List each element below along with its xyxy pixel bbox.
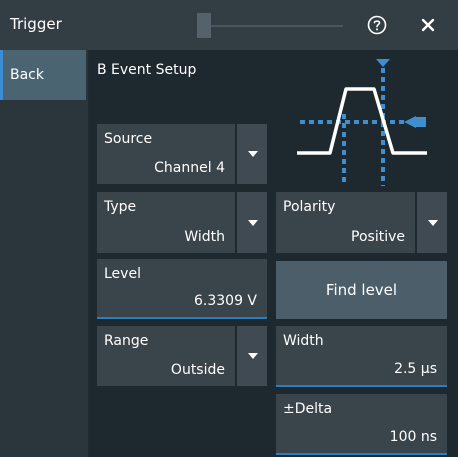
range-label: Range [104,333,149,349]
level-value: 6.3309 V [193,293,257,309]
back-button[interactable]: Back [0,50,86,100]
width-input[interactable]: Width 2.5 µs [276,326,447,387]
section-title: B Event Setup [97,62,197,78]
width-trigger-diagram-icon [297,59,427,186]
type-label: Type [104,199,137,215]
type-dropdown-button[interactable] [237,192,267,253]
range-field[interactable]: Range Outside [97,326,235,386]
type-value: Width [184,229,225,245]
source-value: Channel 4 [154,160,225,176]
transparency-slider-thumb[interactable] [197,13,211,38]
source-label: Source [104,131,153,147]
polarity-label: Polarity [283,199,336,215]
help-icon[interactable] [367,15,387,35]
type-field[interactable]: Type Width [97,192,235,253]
delta-label: ±Delta [283,401,333,417]
chevron-down-icon [248,353,258,359]
sidebar: Back [0,50,88,457]
chevron-down-icon [248,151,258,157]
delta-value: 100 ns [389,429,437,445]
width-value: 2.5 µs [394,361,437,377]
polarity-value: Positive [351,229,405,245]
level-input[interactable]: Level 6.3309 V [97,259,267,319]
chevron-down-icon [428,219,438,226]
transparency-slider-track[interactable] [203,25,343,27]
chevron-down-icon [248,219,258,226]
range-value: Outside [170,362,225,378]
source-dropdown-button[interactable] [237,124,267,184]
trigger-marker-icon [376,59,390,67]
range-dropdown-button[interactable] [237,326,267,386]
width-label: Width [283,333,324,349]
delta-input[interactable]: ±Delta 100 ns [276,394,447,455]
close-icon[interactable] [420,17,436,33]
polarity-field[interactable]: Polarity Positive [276,192,415,253]
polarity-dropdown-button[interactable] [417,192,447,253]
source-field[interactable]: Source Channel 4 [97,124,235,184]
title-bar: Trigger [0,0,458,50]
level-label: Level [104,266,141,282]
window-title: Trigger [10,15,62,33]
find-level-button[interactable]: Find level [276,261,447,319]
